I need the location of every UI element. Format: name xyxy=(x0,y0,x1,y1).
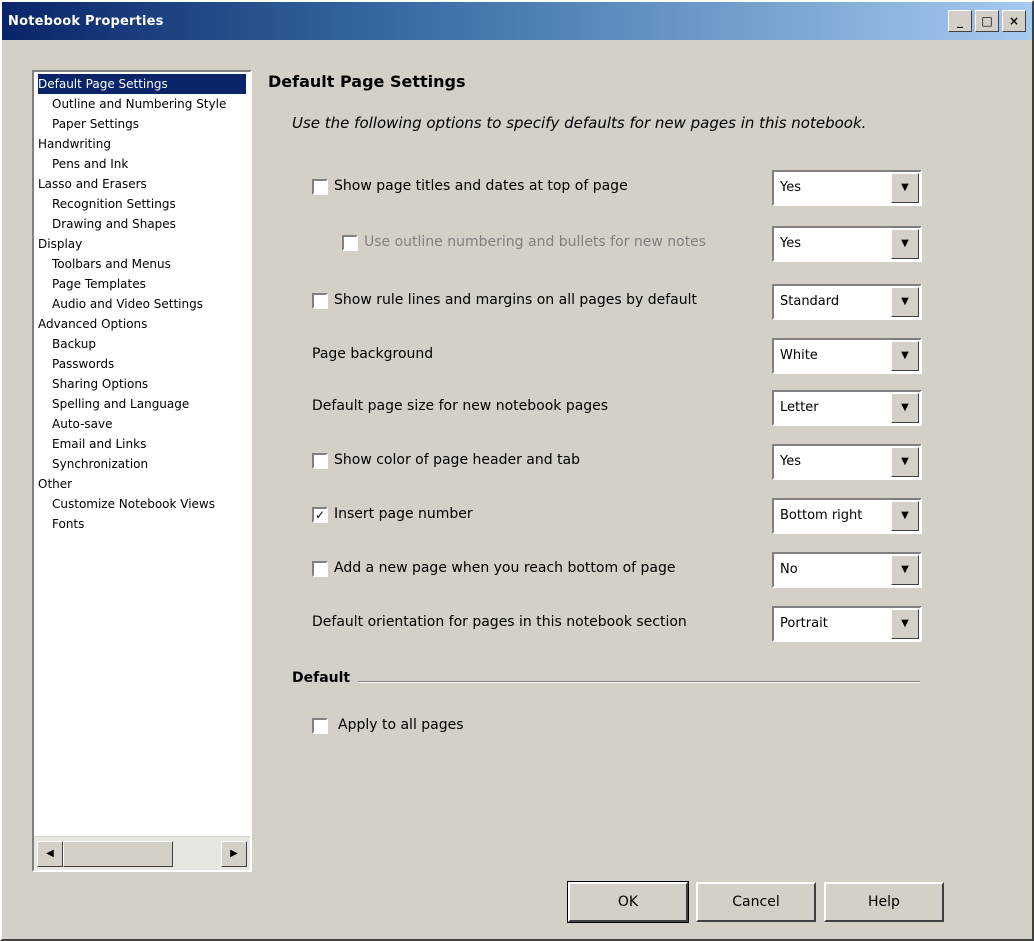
setting-label: Use outline numbering and bullets for ne… xyxy=(364,234,707,250)
setting-checkbox[interactable] xyxy=(312,179,328,195)
tree-item[interactable]: Page Templates xyxy=(38,274,246,294)
chevron-down-icon[interactable]: ▼ xyxy=(891,229,919,259)
chevron-down-icon[interactable]: ▼ xyxy=(891,501,919,531)
setting-label: Show rule lines and margins on all pages… xyxy=(334,292,698,308)
chevron-down-icon[interactable]: ▼ xyxy=(891,287,919,317)
apply-all-checkbox[interactable] xyxy=(312,718,328,734)
chevron-down-icon[interactable]: ▼ xyxy=(891,341,919,371)
help-button[interactable]: Help xyxy=(824,882,944,922)
dropdown-value: No xyxy=(780,562,798,577)
setting-checkbox[interactable] xyxy=(312,293,328,309)
setting-checkbox[interactable] xyxy=(312,561,328,577)
setting-row: Default orientation for pages in this no… xyxy=(302,604,922,644)
tree-item[interactable]: Lasso and Erasers xyxy=(38,174,246,194)
dropdown-value: Letter xyxy=(780,400,819,415)
category-tree[interactable]: Default Page Settings Outline and Numberi… xyxy=(32,70,252,872)
tree-item[interactable]: Pens and Ink xyxy=(38,154,246,174)
setting-dropdown[interactable]: Letter ▼ xyxy=(772,390,922,426)
section-title: Default Page Settings xyxy=(268,72,466,91)
setting-row: Default page size for new notebook pages… xyxy=(302,388,922,428)
horizontal-scrollbar[interactable]: ◀ ▶ xyxy=(34,836,250,870)
close-button[interactable]: × xyxy=(1002,10,1026,32)
dropdown-value: Yes xyxy=(780,180,801,195)
setting-row: Page background White ▼ xyxy=(302,336,922,376)
setting-checkbox[interactable] xyxy=(312,453,328,469)
chevron-down-icon[interactable]: ▼ xyxy=(891,609,919,639)
tree-item[interactable]: Handwriting xyxy=(38,134,246,154)
tree-item[interactable]: Toolbars and Menus xyxy=(38,254,246,274)
dropdown-value: Portrait xyxy=(780,616,828,631)
setting-label: Show color of page header and tab xyxy=(334,452,581,468)
setting-label: Add a new page when you reach bottom of … xyxy=(334,560,676,576)
scroll-left-icon[interactable]: ◀ xyxy=(37,840,63,867)
setting-dropdown[interactable]: Portrait ▼ xyxy=(772,606,922,642)
apply-all-label: Apply to all pages xyxy=(338,717,464,733)
tree-item[interactable]: Audio and Video Settings xyxy=(38,294,246,314)
setting-row: Show color of page header and tab Yes ▼ xyxy=(302,442,922,482)
dropdown-value: Yes xyxy=(780,454,801,469)
tree-item[interactable]: Default Page Settings xyxy=(38,74,246,94)
dropdown-value: White xyxy=(780,348,818,363)
chevron-down-icon[interactable]: ▼ xyxy=(891,393,919,423)
dropdown-value: Standard xyxy=(780,294,840,309)
setting-row: Show rule lines and margins on all pages… xyxy=(302,282,922,322)
tree-item[interactable]: Drawing and Shapes xyxy=(38,214,246,234)
tree-item[interactable]: Auto-save xyxy=(38,414,246,434)
setting-row: Use outline numbering and bullets for ne… xyxy=(302,224,922,264)
tree-item[interactable]: Synchronization xyxy=(38,454,246,474)
setting-label: Page background xyxy=(312,346,434,362)
dropdown-value: Bottom right xyxy=(780,508,863,523)
tree-item[interactable]: Outline and Numbering Style xyxy=(38,94,246,114)
maximize-button[interactable]: □ xyxy=(975,10,999,32)
cancel-button[interactable]: Cancel xyxy=(696,882,816,922)
properties-dialog: Notebook Properties _ □ × Default Page S… xyxy=(0,0,1034,941)
setting-row: ✓ Insert page number Bottom right ▼ xyxy=(302,496,922,536)
chevron-down-icon[interactable]: ▼ xyxy=(891,447,919,477)
tree-item[interactable]: Advanced Options xyxy=(38,314,246,334)
group-divider xyxy=(358,681,920,683)
setting-checkbox[interactable] xyxy=(342,235,358,251)
chevron-down-icon[interactable]: ▼ xyxy=(891,173,919,203)
setting-label: Show page titles and dates at top of pag… xyxy=(334,178,628,194)
tree-item[interactable]: Paper Settings xyxy=(38,114,246,134)
window-title: Notebook Properties xyxy=(8,13,164,29)
tree-item[interactable]: Backup xyxy=(38,334,246,354)
scroll-right-icon[interactable]: ▶ xyxy=(221,840,247,867)
setting-checkbox[interactable]: ✓ xyxy=(312,507,328,523)
setting-dropdown[interactable]: Yes ▼ xyxy=(772,444,922,480)
scrollbar-track[interactable] xyxy=(63,840,221,867)
setting-label: Insert page number xyxy=(334,506,473,522)
setting-dropdown[interactable]: No ▼ xyxy=(772,552,922,588)
group-label: Default xyxy=(292,670,351,686)
title-bar[interactable]: Notebook Properties _ □ × xyxy=(2,2,1032,40)
tree-item[interactable]: Display xyxy=(38,234,246,254)
chevron-down-icon[interactable]: ▼ xyxy=(891,555,919,585)
tree-item[interactable]: Email and Links xyxy=(38,434,246,454)
setting-dropdown[interactable]: Standard ▼ xyxy=(772,284,922,320)
tree-item[interactable]: Passwords xyxy=(38,354,246,374)
setting-label: Default page size for new notebook pages xyxy=(312,398,609,414)
tree-item[interactable]: Customize Notebook Views xyxy=(38,494,246,514)
tree-item[interactable]: Sharing Options xyxy=(38,374,246,394)
minimize-button[interactable]: _ xyxy=(948,10,972,32)
tree-item[interactable]: Recognition Settings xyxy=(38,194,246,214)
setting-label: Default orientation for pages in this no… xyxy=(312,614,687,630)
setting-dropdown[interactable]: Yes ▼ xyxy=(772,226,922,262)
setting-dropdown[interactable]: Bottom right ▼ xyxy=(772,498,922,534)
setting-dropdown[interactable]: White ▼ xyxy=(772,338,922,374)
ok-button[interactable]: OK xyxy=(567,881,689,923)
tree-item[interactable]: Spelling and Language xyxy=(38,394,246,414)
scrollbar-thumb[interactable] xyxy=(63,840,173,867)
section-description: Use the following options to specify def… xyxy=(292,114,867,132)
setting-row: Add a new page when you reach bottom of … xyxy=(302,550,922,590)
tree-item[interactable]: Fonts xyxy=(38,514,246,534)
setting-dropdown[interactable]: Yes ▼ xyxy=(772,170,922,206)
dropdown-value: Yes xyxy=(780,236,801,251)
tree-item[interactable]: Other xyxy=(38,474,246,494)
setting-row: Show page titles and dates at top of pag… xyxy=(302,168,922,208)
tree-list: Default Page Settings Outline and Numberi… xyxy=(34,72,250,836)
